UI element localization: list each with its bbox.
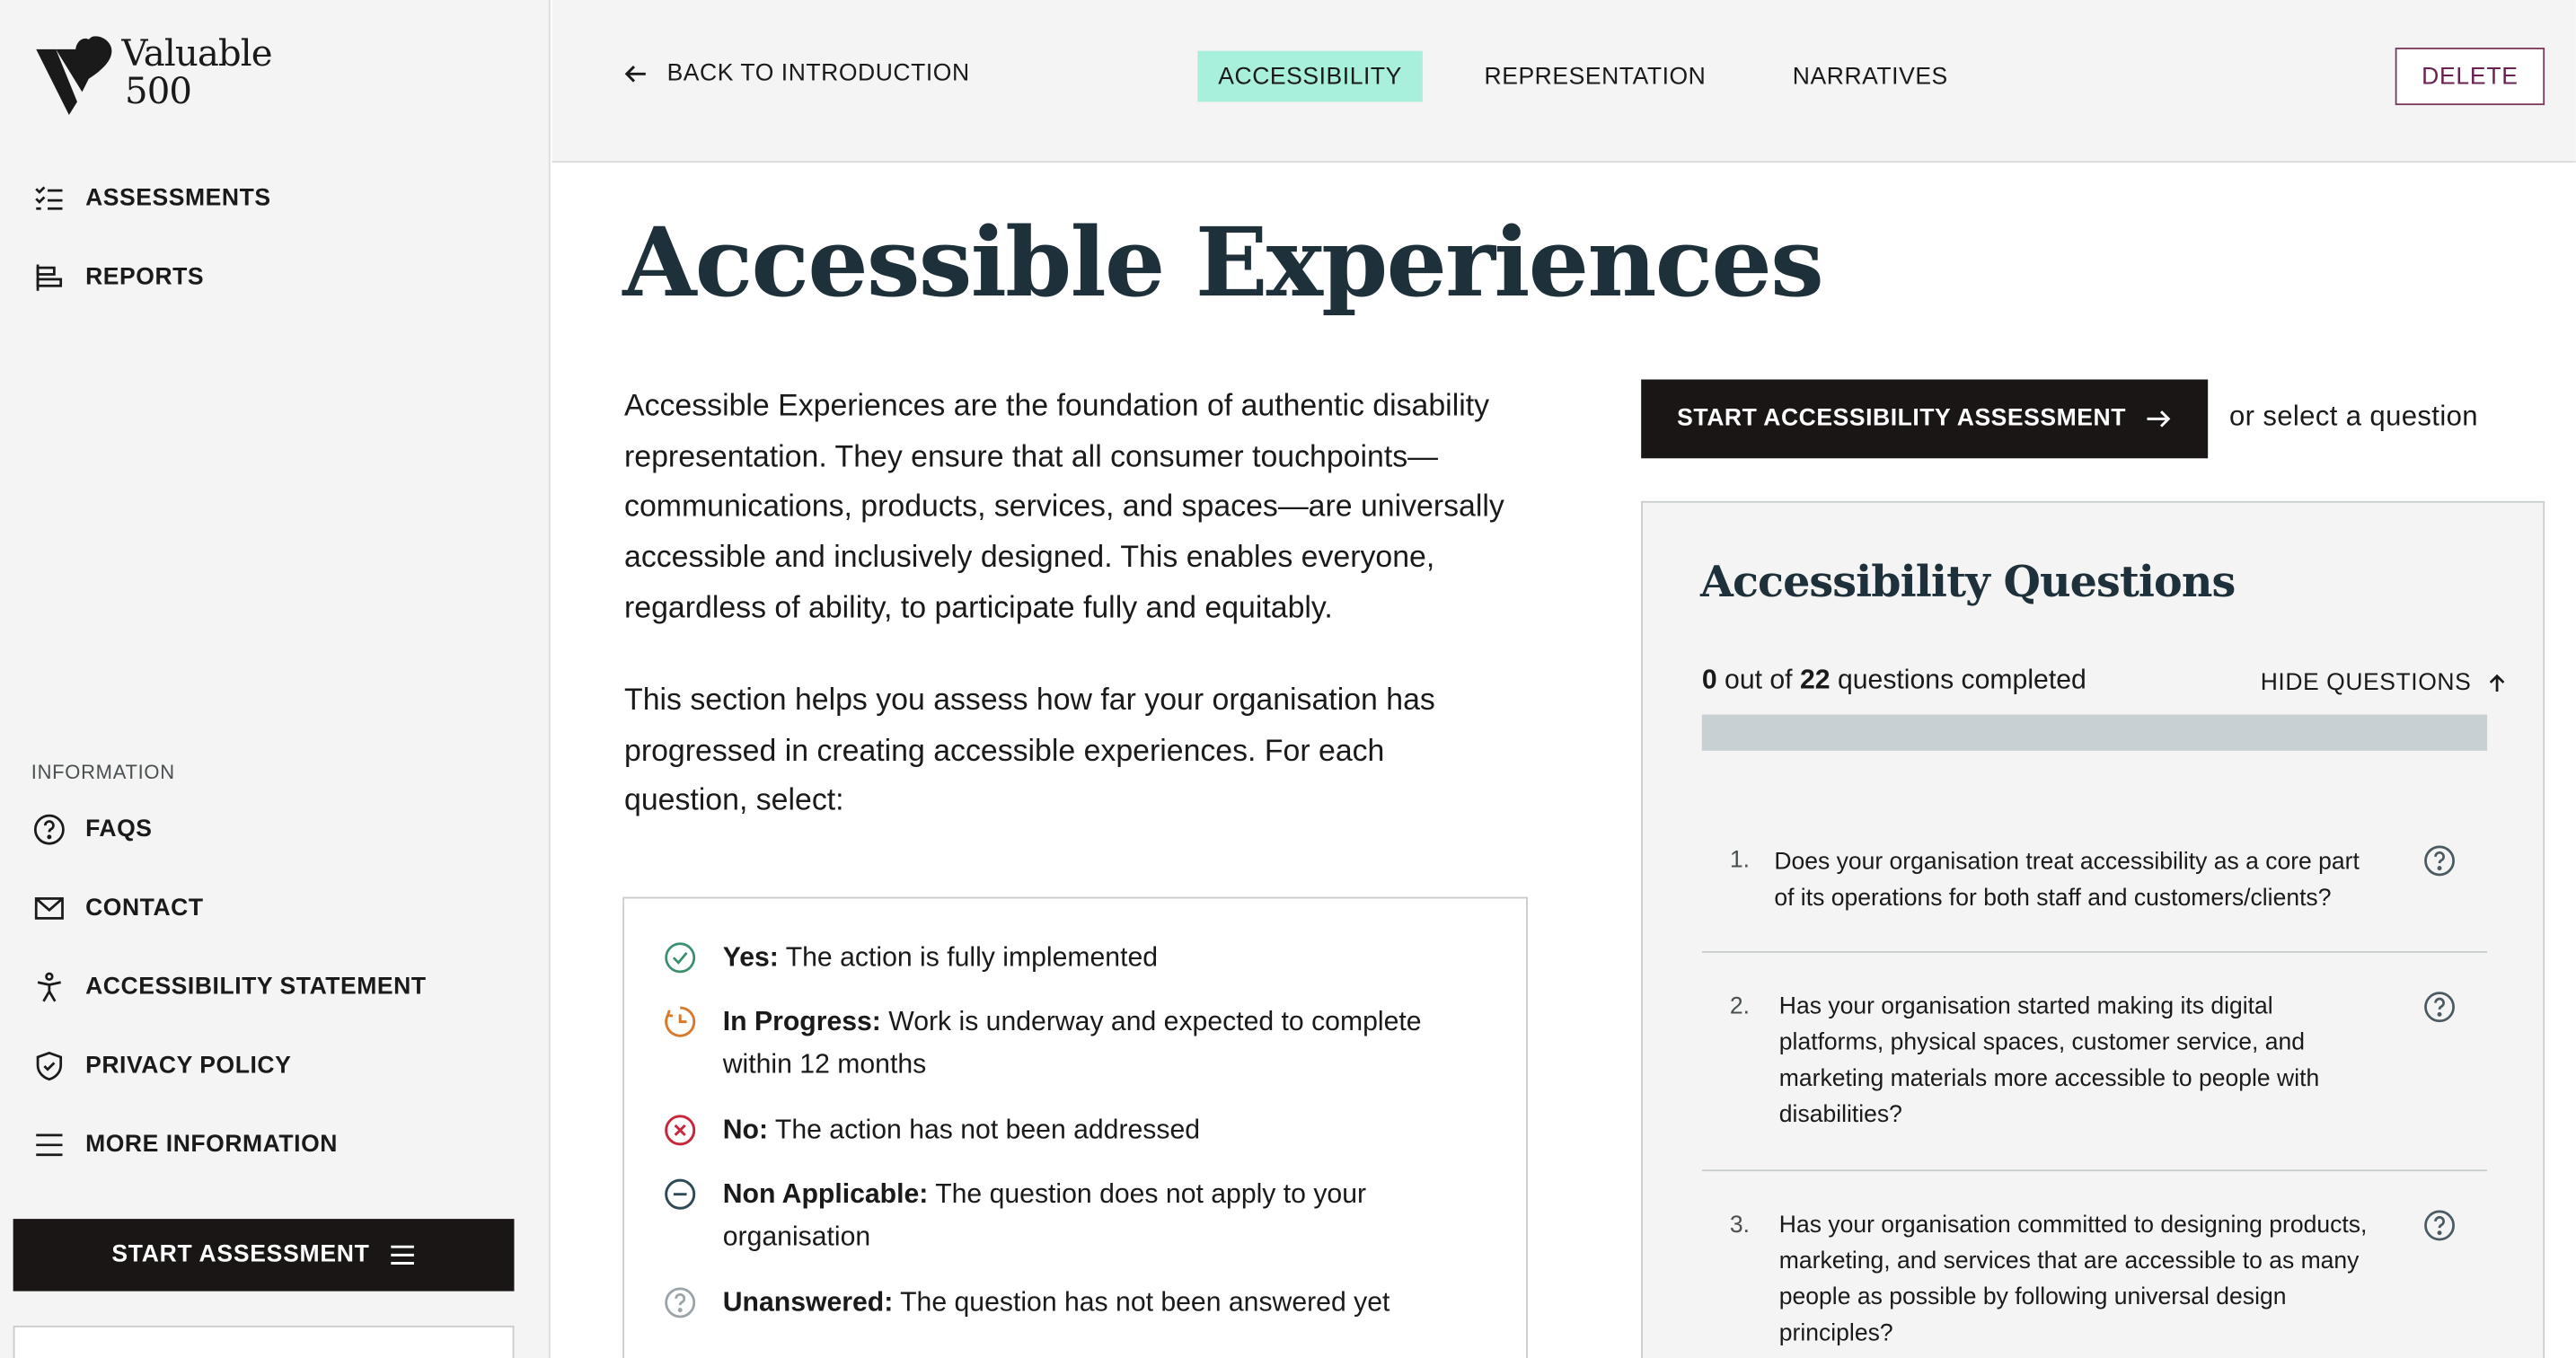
sidebar-item-privacy-policy[interactable]: PRIVACY POLICY	[33, 1048, 292, 1084]
hide-questions-toggle[interactable]: HIDE QUESTIONS	[2261, 670, 2508, 696]
total-count: 22	[1799, 665, 1831, 695]
legend-item-unanswered: Unanswered: The question has not been an…	[664, 1282, 1452, 1325]
assess-button-label: START ACCESSIBILITY ASSESSMENT	[1677, 405, 2126, 433]
sidebar: Valuable 500 ASSESSMENTS REPORTS INFORMA…	[0, 0, 551, 1358]
reports-icon	[36, 264, 63, 291]
legend-term: In Progress:	[722, 1007, 881, 1037]
question-circle-icon	[665, 1287, 696, 1318]
sidebar-item-label: CONTACT	[85, 895, 204, 922]
accessibility-person-icon	[37, 972, 61, 1002]
question-help-icon[interactable]	[2423, 844, 2457, 877]
sidebar-item-label: REPORTS	[85, 264, 205, 291]
top-navigation-bar: BACK TO INTRODUCTION ACCESSIBILITY REPRE…	[551, 0, 2576, 163]
information-section-label: INFORMATION	[31, 760, 175, 784]
or-select-question-text: or select a question	[2228, 401, 2478, 433]
arrow-left-icon	[624, 66, 646, 83]
back-to-introduction-link[interactable]: BACK TO INTRODUCTION	[624, 61, 970, 87]
delete-button[interactable]: DELETE	[2395, 48, 2545, 106]
sidebar-item-label: ACCESSIBILITY STATEMENT	[85, 974, 427, 1001]
question-number: 1.	[1729, 847, 1751, 875]
checklist-icon	[35, 186, 63, 210]
legend-term: No:	[722, 1115, 769, 1145]
legend-desc: The action has not been addressed	[774, 1115, 1201, 1145]
sidebar-item-accessibility-statement[interactable]: ACCESSIBILITY STATEMENT	[33, 969, 427, 1005]
arrow-right-icon	[2147, 410, 2171, 428]
tab-representation[interactable]: REPRESENTATION	[1472, 51, 1718, 102]
tab-label: ACCESSIBILITY	[1218, 63, 1402, 90]
accessibility-questions-panel: Accessibility Questions 0 out of 22 ques…	[1641, 500, 2545, 1358]
legend-desc: The question has not been answered yet	[900, 1287, 1390, 1318]
valuable-500-logo[interactable]: Valuable 500	[33, 34, 273, 116]
menu-icon	[391, 1245, 414, 1265]
question-number: 3.	[1729, 1212, 1751, 1239]
intro-paragraph: Accessible Experiences are the foundatio…	[624, 387, 1504, 624]
start-assessment-label: START ASSESSMENT	[111, 1241, 370, 1268]
completed-count: 0	[1701, 665, 1717, 695]
instructions-paragraph: This section helps you assess how far yo…	[624, 682, 1435, 817]
tab-accessibility[interactable]: ACCESSIBILITY	[1197, 50, 1423, 102]
delete-label: DELETE	[2422, 63, 2519, 90]
sidebar-bottom-panel	[13, 1326, 515, 1358]
tab-label: NARRATIVES	[1792, 63, 1948, 90]
question-help-icon[interactable]	[2423, 1209, 2457, 1242]
question-item-1[interactable]: 1. Does your organisation treat accessib…	[1701, 805, 2488, 953]
question-item-3[interactable]: 3. Has your organisation committed to de…	[1702, 1171, 2487, 1358]
sidebar-item-assessments[interactable]: ASSESSMENTS	[33, 181, 271, 216]
question-text: Has your organisation started making its…	[1778, 993, 2320, 1129]
questions-panel-title: Accessibility Questions	[1700, 558, 2236, 608]
start-accessibility-assessment-button[interactable]: START ACCESSIBILITY ASSESSMENT	[1641, 379, 2209, 459]
question-circle-icon	[33, 814, 65, 845]
legend-item-yes: Yes: The action is fully implemented	[664, 937, 1452, 980]
mail-icon	[34, 897, 64, 920]
clock-progress-icon	[665, 1006, 696, 1037]
legend-term: Unanswered:	[722, 1287, 894, 1318]
legend-term: Yes:	[722, 942, 779, 973]
sidebar-item-more-information[interactable]: MORE INFORMATION	[33, 1127, 338, 1163]
questions-progress-text: 0 out of 22 questions completed	[1702, 666, 2086, 697]
tab-label: REPRESENTATION	[1484, 63, 1707, 90]
completed-suffix: questions completed	[1837, 665, 2086, 695]
sidebar-item-faqs[interactable]: FAQS	[33, 812, 153, 848]
brand-name-line2: 500	[125, 72, 192, 114]
legend-term: Non Applicable:	[722, 1179, 929, 1210]
sidebar-item-label: PRIVACY POLICY	[85, 1053, 292, 1080]
sidebar-item-contact[interactable]: CONTACT	[33, 890, 204, 926]
answer-legend: Yes: The action is fully implemented In …	[622, 896, 1528, 1358]
question-number: 2.	[1729, 993, 1751, 1020]
x-circle-icon	[665, 1115, 696, 1146]
out-of-text: out of	[1725, 665, 1793, 695]
question-text: Has your organisation committed to desig…	[1778, 1212, 2368, 1347]
check-circle-icon	[665, 942, 696, 974]
minus-circle-icon	[665, 1178, 696, 1210]
sidebar-item-reports[interactable]: REPORTS	[33, 260, 205, 295]
brand-name-line1: Valuable	[121, 34, 272, 76]
back-link-label: BACK TO INTRODUCTION	[666, 60, 970, 87]
question-help-icon[interactable]	[2423, 991, 2457, 1024]
valuable-heart-v-icon	[36, 36, 112, 116]
hide-questions-label: HIDE QUESTIONS	[2260, 670, 2472, 697]
legend-item-no: No: The action has not been addressed	[664, 1109, 1452, 1152]
shield-check-icon	[36, 1051, 63, 1081]
sidebar-item-label: FAQS	[85, 816, 153, 843]
start-assessment-button[interactable]: START ASSESSMENT	[13, 1219, 515, 1292]
arrow-up-icon	[2490, 674, 2505, 692]
question-text: Does your organisation treat accessibili…	[1774, 849, 2360, 913]
legend-item-in-progress: In Progress: Work is underway and expect…	[664, 1001, 1452, 1086]
questions-progress-bar	[1701, 714, 2488, 751]
menu-icon	[36, 1133, 63, 1157]
sidebar-item-label: ASSESSMENTS	[85, 185, 271, 212]
page-title: Accessible Experiences	[622, 207, 1824, 319]
tab-narratives[interactable]: NARRATIVES	[1776, 51, 1964, 102]
legend-desc: The action is fully implemented	[785, 942, 1159, 973]
legend-item-non-applicable: Non Applicable: The question does not ap…	[664, 1173, 1452, 1258]
brand-name: Valuable 500	[121, 34, 272, 114]
sidebar-item-label: MORE INFORMATION	[85, 1132, 338, 1159]
question-item-2[interactable]: 2. Has your organisation started making …	[1701, 953, 2488, 1172]
